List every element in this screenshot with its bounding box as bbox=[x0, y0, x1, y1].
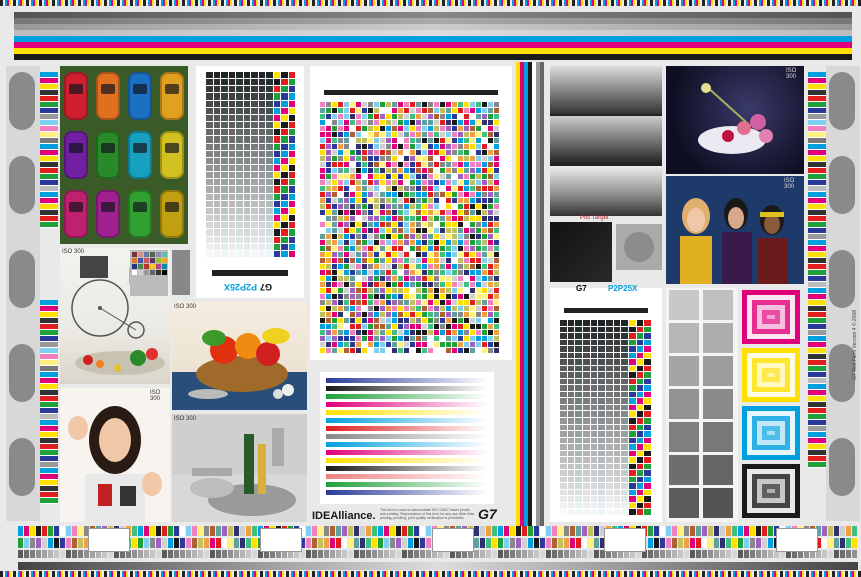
fruit-basket-photo: ISO 300 bbox=[172, 302, 307, 410]
railway-grayscale-photos bbox=[550, 66, 662, 216]
g7-label: G7 bbox=[260, 282, 273, 292]
gradient-ramps-panel bbox=[320, 372, 494, 504]
right-side-panel bbox=[826, 66, 860, 521]
it8-random-target bbox=[310, 66, 512, 360]
g7-label: G7 bbox=[576, 284, 587, 293]
left-side-panel bbox=[6, 66, 40, 521]
gray-balance-chart-left: G7 P2P25X bbox=[196, 66, 304, 298]
concentric-squares-column bbox=[740, 288, 802, 522]
right-patch-column bbox=[808, 72, 826, 468]
top-registration-strip bbox=[0, 0, 861, 6]
p2p25x-label: P2P25X bbox=[224, 282, 258, 292]
p2p25x-label: P2P25X bbox=[608, 284, 638, 293]
car-variants-photo bbox=[60, 66, 188, 244]
gray-balance-chart-right: G7 P2P25X bbox=[550, 284, 662, 522]
silverware-photo: ISO 300 bbox=[172, 414, 307, 522]
color-checker-target bbox=[130, 250, 168, 296]
iso-label: ISO 300 bbox=[174, 416, 197, 422]
top-tone-bars bbox=[14, 12, 852, 64]
center-cmyk-divider bbox=[516, 62, 544, 526]
g7-logo-icon: G7 bbox=[478, 506, 497, 522]
orchid-photo: ISO 300 bbox=[666, 66, 804, 174]
bottom-control-strip bbox=[18, 526, 858, 572]
woman-portrait-photo: ISO 300 bbox=[60, 388, 170, 522]
pos-target-label: Pos Target bbox=[580, 215, 609, 221]
iso-label: ISO 300 bbox=[62, 249, 85, 255]
gray-target bbox=[616, 224, 662, 270]
left-patch-column bbox=[40, 72, 58, 228]
dark-shadow-patch bbox=[550, 222, 612, 282]
gray-patch bbox=[172, 250, 190, 295]
iso-label: ISO 300 bbox=[784, 178, 795, 190]
three-women-photo: ISO 300 bbox=[666, 176, 804, 284]
fine-print: This form is used to demonstrate ISO 126… bbox=[380, 508, 475, 520]
neutral-gray-patches bbox=[666, 288, 738, 522]
idealliance-logo-icon: IDEAlliance. bbox=[312, 506, 376, 522]
iso-label: ISO 300 bbox=[786, 68, 797, 80]
iso-label: ISO 300 bbox=[150, 390, 161, 402]
left-patch-column-lower bbox=[40, 300, 58, 504]
iso-label: ISO 300 bbox=[174, 304, 197, 310]
version-note: G7 Test Form Version 4 © 2008 bbox=[852, 309, 858, 380]
idealliance-logo: IDEAlliance. bbox=[312, 510, 376, 522]
